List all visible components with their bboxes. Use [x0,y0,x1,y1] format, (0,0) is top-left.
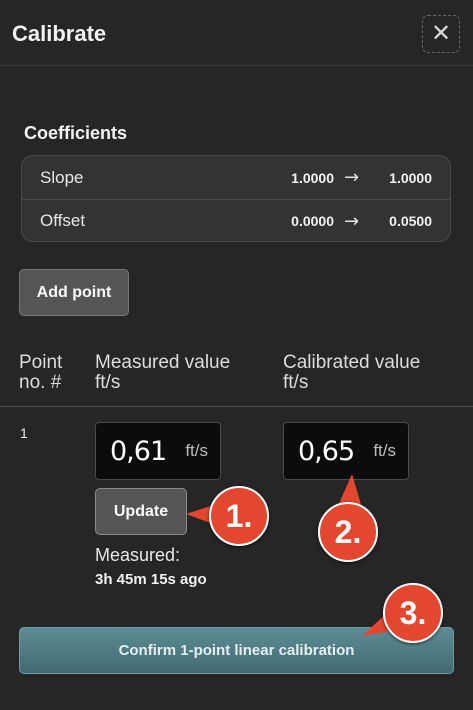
annotation-marker-1: 1. [209,486,269,546]
annotation-marker-3: 3. [383,583,443,643]
annotation-marker-2: 2. [318,502,378,562]
